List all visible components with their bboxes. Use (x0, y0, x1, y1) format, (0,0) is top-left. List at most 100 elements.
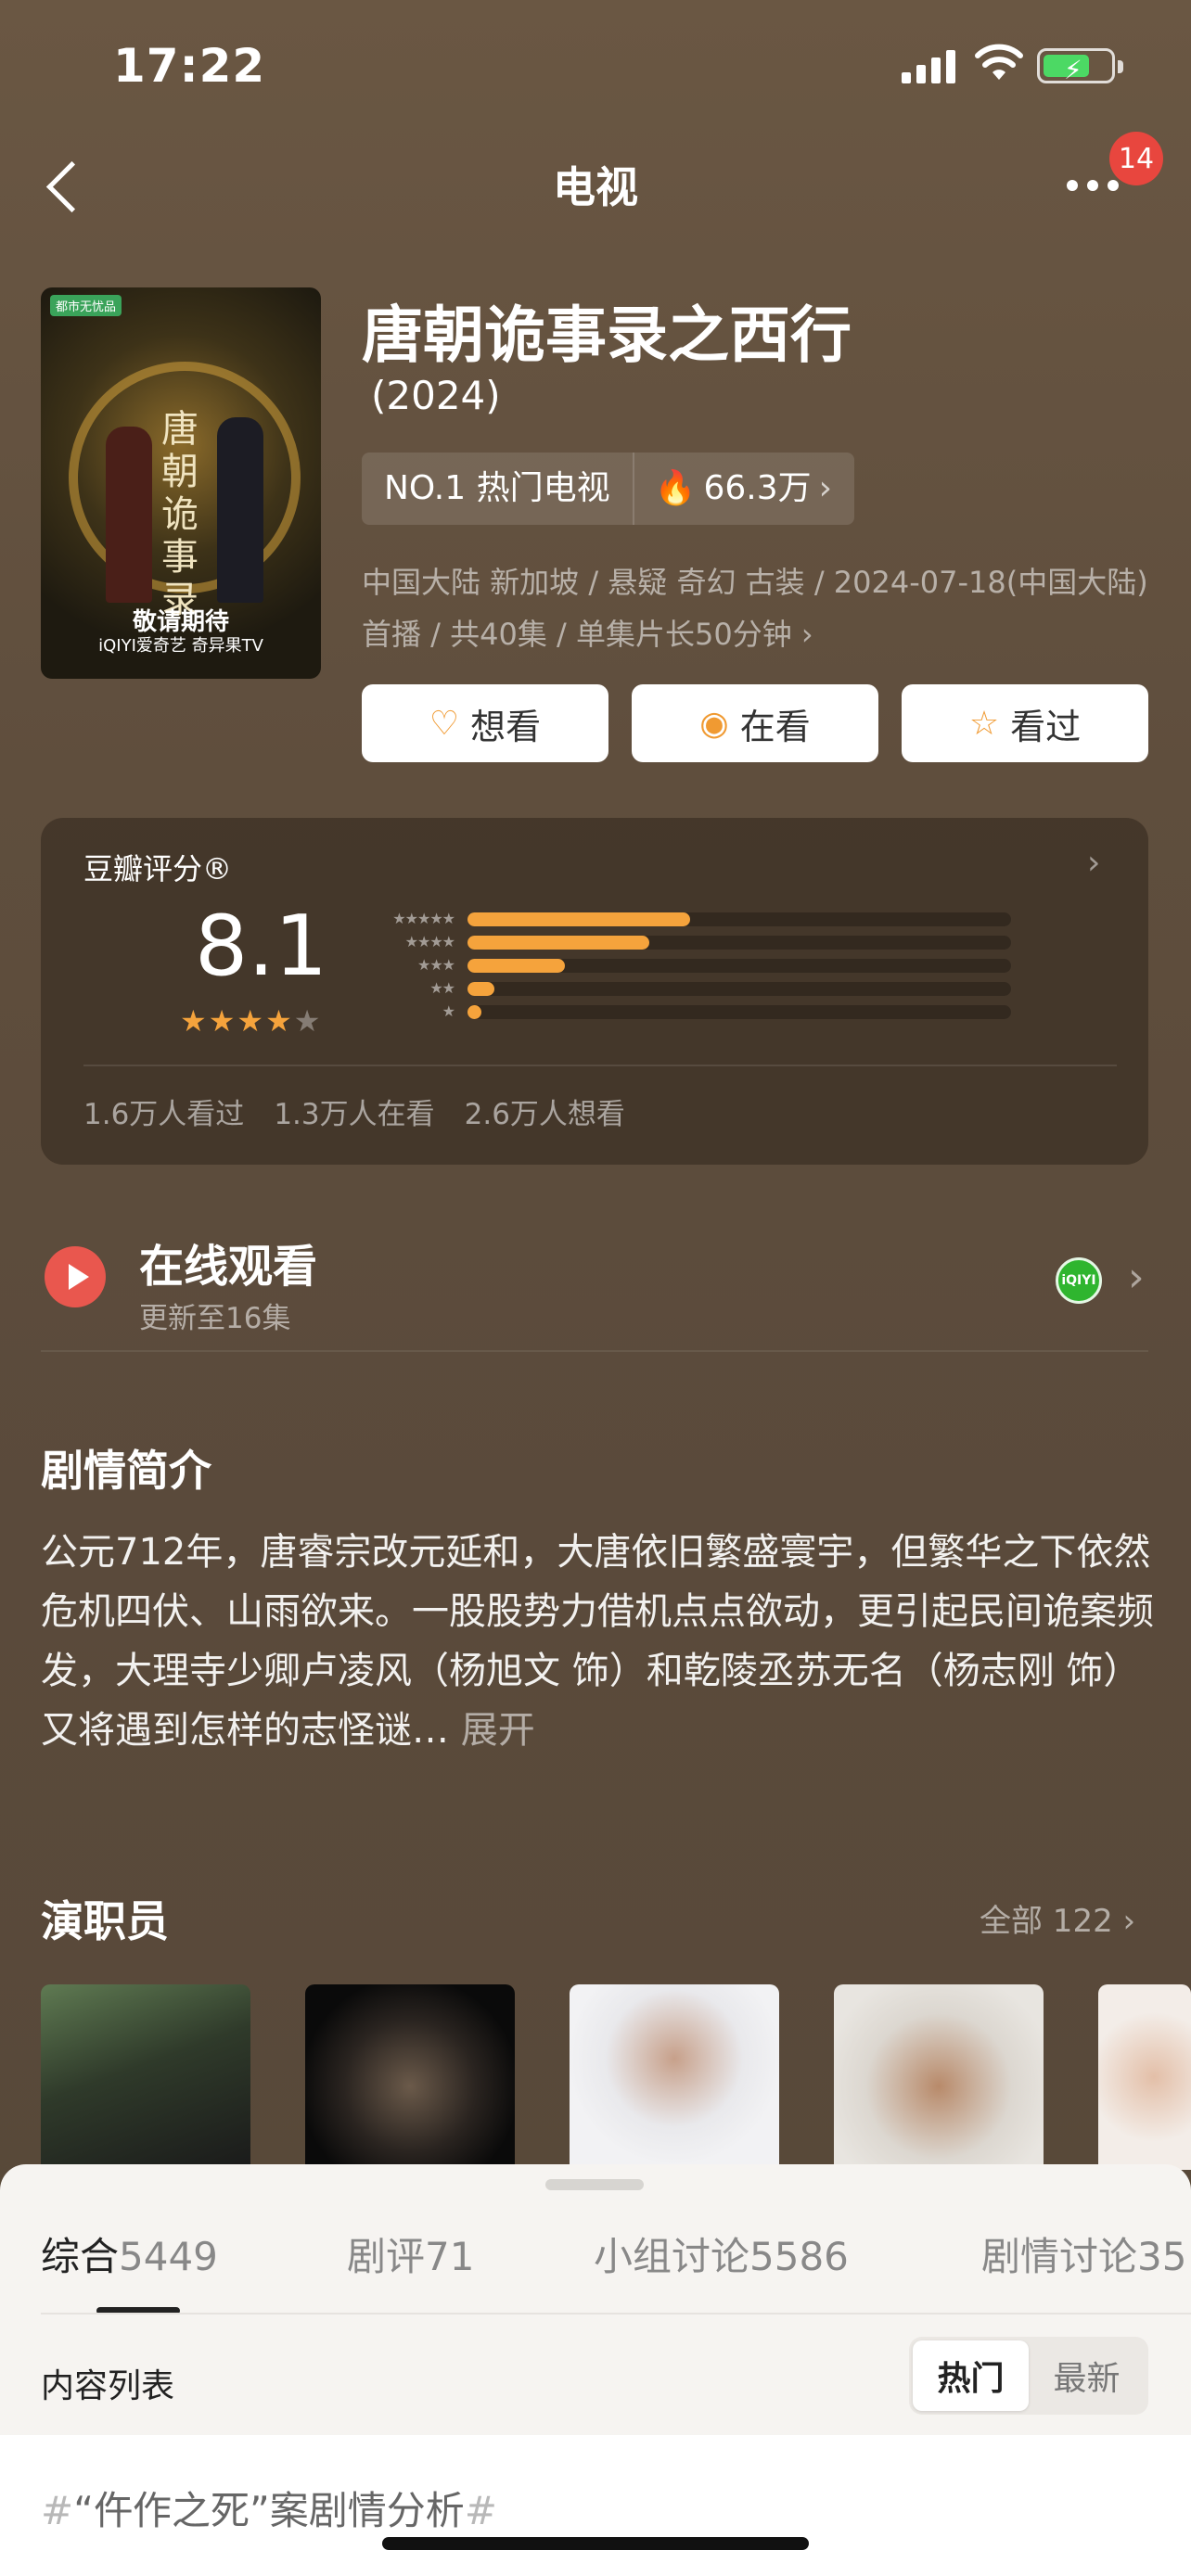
rating-star: ★ (293, 1003, 323, 1039)
sort-new-button[interactable]: 最新 (1029, 2340, 1145, 2411)
watching-label: 在看 (739, 706, 811, 747)
poster-calligraphy: 唐朝诡事录 (161, 408, 198, 621)
tab-label: 综合 (41, 2234, 120, 2279)
cast-photo[interactable] (570, 1984, 779, 2170)
play-icon[interactable] (45, 1246, 106, 1307)
rating-bar-fill (467, 912, 691, 926)
cast-all-link[interactable]: 全部 122 › (980, 1895, 1135, 1941)
chevron-right-icon: › (800, 617, 813, 652)
rating-star: ★ (237, 1003, 266, 1039)
star-level-labels: ★★★★★ ★★★★ ★★★ ★★ ★ (352, 907, 455, 1023)
target-icon: ◉ (699, 704, 729, 743)
rating-bar-fill (467, 959, 566, 973)
expand-link[interactable]: 展开 (461, 1709, 535, 1752)
cast-photo[interactable] (834, 1984, 1044, 2170)
watched-count: 1.6万人看过 (83, 1098, 245, 1131)
tab-count: 5586 (749, 2234, 849, 2279)
star-level-label: ★★★ (416, 956, 455, 974)
watched-button[interactable]: ☆ 看过 (902, 684, 1148, 762)
watched-label: 看过 (1010, 706, 1082, 747)
sheet-handle[interactable] (545, 2179, 644, 2190)
divider (83, 1065, 1117, 1066)
page-title: 电视 (553, 162, 638, 212)
rating-bar-track (467, 959, 1011, 973)
rating-star: ★ (265, 1003, 294, 1039)
poster-image[interactable]: 都市无忧品 唐朝诡事录 敬请期待 iQIYI爱奇艺 奇异果TV (41, 287, 321, 679)
chevron-right-icon[interactable]: › (1128, 1254, 1145, 1301)
tab-overview[interactable]: 综合5449 (41, 2225, 218, 2282)
rating-distribution (467, 912, 1011, 1028)
tab-group-discussion[interactable]: 小组讨论5586 (594, 2225, 849, 2282)
tab-reviews[interactable]: 剧评71 (347, 2225, 474, 2282)
sort-hot-button[interactable]: 热门 (913, 2340, 1029, 2411)
home-indicator[interactable] (382, 2537, 809, 2550)
tab-count: 5449 (119, 2234, 218, 2279)
rating-label: 豆瓣评分® (83, 851, 233, 886)
notification-badge: 14 (1109, 132, 1163, 185)
show-year: (2024) (371, 373, 501, 418)
rating-bar-fill (467, 1005, 481, 1019)
tab-count: 35 (1137, 2234, 1187, 2279)
status-time: 17:22 (113, 39, 266, 93)
heart-plus-icon: ♡ (429, 704, 460, 743)
star-level-label: ★★ (429, 979, 455, 997)
rating-bar-fill (467, 936, 650, 950)
rating-star: ★ (208, 1003, 237, 1039)
sort-toggle[interactable]: 热门 最新 (909, 2337, 1148, 2415)
rating-bar-track (467, 936, 1011, 950)
cast-title: 演职员 (41, 1896, 169, 1946)
synopsis-text[interactable]: 公元712年，唐睿宗改元延和，大唐依旧繁盛寰宇，但繁华之下依然危机四伏、山雨欲来… (41, 1523, 1154, 1760)
iqiyi-logo-icon[interactable]: iQIYI (1056, 1257, 1102, 1304)
hash-mark: # (464, 2488, 497, 2533)
rank-label: NO.1 热门电视 (362, 453, 634, 525)
content-list-label: 内容列表 (41, 2367, 175, 2405)
rating-bar-track (467, 912, 1011, 926)
watching-button[interactable]: ◉ 在看 (632, 684, 878, 762)
tab-label: 剧评 (347, 2234, 426, 2279)
online-watch-subtitle: 更新至16集 (139, 1302, 291, 1335)
poster-tag: 都市无忧品 (50, 295, 122, 316)
post-title-text: “仵作之死”案剧情分析 (73, 2488, 465, 2533)
divider (41, 1350, 1148, 1352)
chevron-right-icon: › (818, 469, 833, 507)
tab-label: 剧情讨论 (981, 2234, 1138, 2279)
watching-count: 1.3万人在看 (274, 1098, 435, 1131)
rating-bar-fill (467, 982, 495, 996)
divider (41, 2313, 1191, 2315)
heat-indicator: 🔥 66.3万 › (634, 453, 854, 525)
synopsis-body: 公元712年，唐睿宗改元延和，大唐依旧繁盛寰宇，但繁华之下依然危机四伏、山雨欲来… (41, 1531, 1154, 1752)
want-count: 2.6万人想看 (464, 1098, 625, 1131)
battery-icon: ⚡ (1037, 48, 1123, 85)
chevron-right-icon: › (1122, 1903, 1136, 1940)
ranking-pill[interactable]: NO.1 热门电视 🔥 66.3万 › (362, 453, 855, 525)
show-meta[interactable]: 中国大陆 新加坡 / 悬疑 奇幻 古装 / 2024-07-18(中国大陆) 首… (362, 556, 1159, 660)
tab-clip: 剧情讨论35 (981, 2225, 1191, 2281)
show-title: 唐朝诡事录之西行 (362, 300, 852, 371)
cellular-signal-icon (902, 48, 955, 83)
star-icon: ☆ (968, 704, 1000, 743)
cast-all-label: 全部 122 (980, 1903, 1113, 1940)
tab-plot-discussion[interactable]: 剧情讨论35 (981, 2225, 1186, 2281)
wifi-icon (975, 44, 1023, 80)
online-watch-title[interactable]: 在线观看 (139, 1230, 317, 1294)
tab-label: 小组讨论 (594, 2234, 750, 2279)
cast-photo[interactable] (305, 1984, 515, 2170)
hash-mark: # (41, 2488, 74, 2533)
cast-photo[interactable] (1098, 1984, 1191, 2170)
heat-value: 66.3万 (703, 469, 812, 507)
want-to-watch-button[interactable]: ♡ 想看 (362, 684, 608, 762)
want-label: 想看 (470, 706, 542, 747)
rating-bar-track (467, 1005, 1011, 1019)
rating-star: ★ (180, 1003, 209, 1039)
poster-footer: iQIYI爱奇艺 奇异果TV (98, 636, 263, 656)
post-title[interactable]: #“仵作之死”案剧情分析# (41, 2480, 497, 2536)
cast-photo[interactable] (41, 1984, 250, 2170)
show-meta-text: 中国大陆 新加坡 / 悬疑 奇幻 古装 / 2024-07-18(中国大陆) 首… (362, 565, 1148, 652)
rating-stars: ★★★★★ (180, 1003, 322, 1039)
star-level-label: ★★★★★ (392, 910, 455, 927)
rating-bar-track (467, 982, 1011, 996)
synopsis-title: 剧情简介 (41, 1446, 211, 1496)
star-level-label: ★ (442, 1002, 455, 1020)
chevron-right-icon: › (1087, 844, 1101, 882)
rating-score: 8.1 (195, 898, 328, 995)
